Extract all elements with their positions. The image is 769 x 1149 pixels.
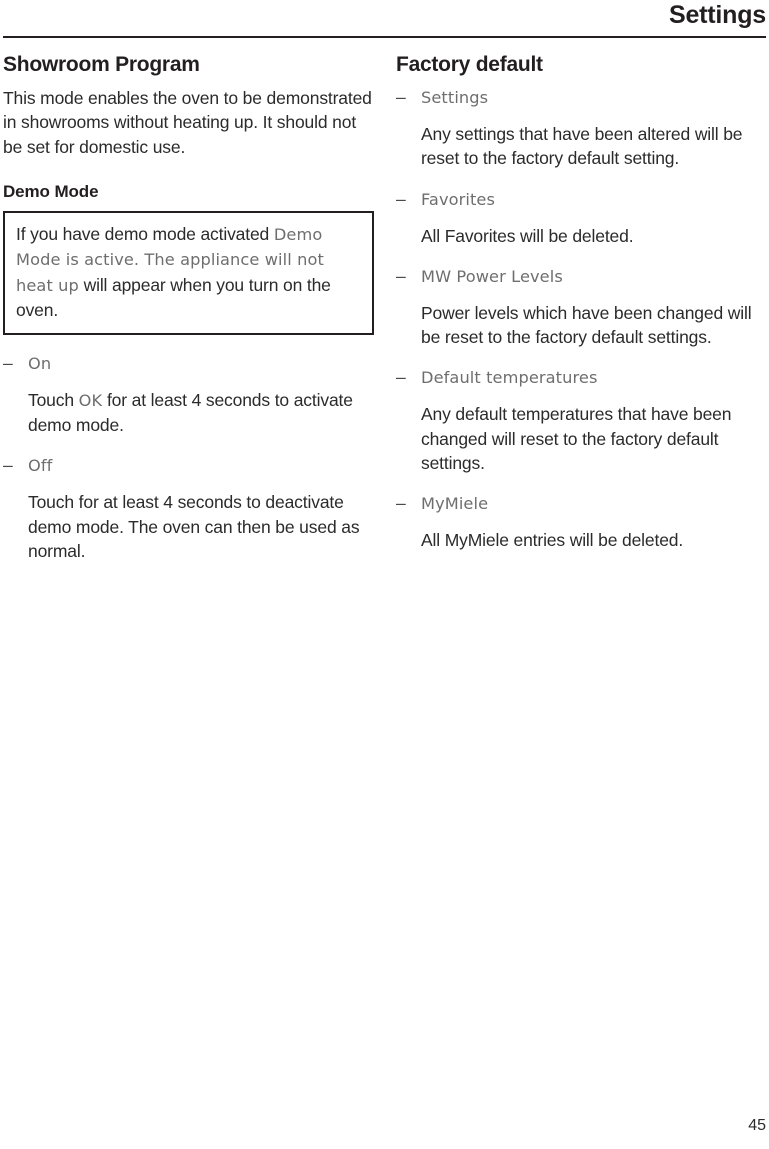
demo-mode-note-text: If you have demo mode activated Demo Mod… (16, 222, 361, 323)
section-heading-showroom-program: Showroom Program (3, 53, 200, 76)
page-number: 45 (748, 1117, 766, 1134)
factory-default-desc-default-temperatures: Any default temperatures that have been … (421, 404, 732, 474)
list-item: – On Touch OK for at least 4 seconds to … (3, 352, 375, 438)
showroom-program-intro-paragraph: This mode enables the oven to be demonst… (3, 88, 372, 157)
list-item: – Default temperatures Any default tempe… (396, 366, 766, 475)
on-desc-display-key: OK (78, 390, 103, 410)
factory-default-desc-favorites: All Favorites will be deleted. (421, 225, 634, 246)
sub-heading-demo-mode: Demo Mode (3, 181, 99, 201)
factory-default-term-mymiele: MyMiele (421, 494, 489, 514)
header-divider (3, 36, 766, 38)
on-desc-before: Touch (28, 389, 79, 410)
factory-default-term-mw-power-levels: MW Power Levels (421, 266, 563, 286)
demo-mode-option-off-term: Off (28, 456, 53, 476)
list-item: – Settings Any settings that have been a… (396, 86, 766, 171)
factory-default-desc-mw-power-levels: Power levels which have been changed wil… (421, 302, 752, 348)
list-item: – Off Touch for at least 4 seconds to de… (3, 454, 375, 563)
list-item: – MyMiele All MyMiele entries will be de… (396, 492, 766, 552)
list-item: – MW Power Levels Power levels which hav… (396, 265, 766, 350)
demo-mode-note-box: If you have demo mode activated Demo Mod… (3, 210, 374, 335)
demo-mode-option-list: – On Touch OK for at least 4 seconds to … (3, 352, 375, 563)
demo-mode-option-on-term: On (28, 353, 52, 373)
note-text-part-1: If you have demo mode activated (16, 223, 274, 244)
dash-marker-icon: – (396, 87, 406, 107)
dash-marker-icon: – (396, 367, 406, 388)
header-title: Settings (668, 1, 766, 29)
page-header: Settings (3, 0, 766, 38)
demo-mode-option-on-description: Touch OK for at least 4 seconds to activ… (28, 388, 375, 438)
factory-default-term-default-temperatures: Default temperatures (421, 368, 598, 388)
factory-default-desc-settings: Any settings that have been altered will… (421, 124, 743, 169)
factory-default-term-favorites: Favorites (421, 189, 496, 209)
right-column: Factory default – Settings Any settings … (396, 52, 766, 553)
list-item: – Favorites All Favorites will be delete… (396, 188, 766, 248)
dash-marker-icon: – (396, 493, 406, 514)
dash-marker-icon: – (396, 265, 406, 286)
left-column: Showroom Program This mode enables the o… (3, 52, 375, 563)
dash-marker-icon: – (396, 188, 406, 209)
factory-default-desc-mymiele: All MyMiele entries will be deleted. (421, 530, 684, 551)
dash-marker-icon: – (3, 352, 13, 373)
dash-marker-icon: – (3, 455, 13, 476)
factory-default-list: – Settings Any settings that have been a… (396, 86, 766, 553)
factory-default-term-settings: Settings (421, 88, 489, 107)
demo-mode-option-off-description: Touch for at least 4 seconds to deactiva… (28, 492, 360, 562)
document-page: Settings Showroom Program This mode enab… (0, 0, 769, 1149)
section-heading-factory-default: Factory default (396, 53, 543, 76)
